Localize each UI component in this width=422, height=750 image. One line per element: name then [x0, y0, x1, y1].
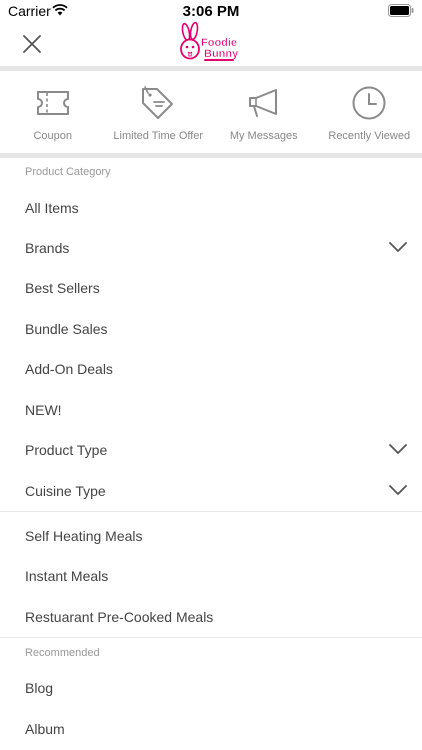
menu-item-blog[interactable]: Blog — [0, 668, 422, 708]
close-button[interactable] — [20, 32, 44, 56]
menu-item-label: Cuisine Type — [25, 483, 106, 499]
menu-item-label: Album — [25, 721, 65, 737]
menu-item-label: Best Sellers — [25, 280, 100, 296]
chevron-down-icon[interactable] — [389, 443, 407, 455]
chevron-down-icon[interactable] — [389, 241, 407, 253]
chevron-down-icon[interactable] — [389, 484, 407, 496]
menu-item-restaurant-pre-cooked-meals[interactable]: Restuarant Pre-Cooked Meals — [0, 597, 422, 637]
menu-item-add-on-deals[interactable]: Add-On Deals — [0, 349, 422, 389]
status-bar: Carrier 3:06 PM — [0, 0, 422, 22]
quick-link-my-messages[interactable]: My Messages — [211, 71, 317, 153]
quick-link-label: Recently Viewed — [328, 130, 411, 142]
coupon-icon — [34, 84, 72, 122]
menu-item-new[interactable]: NEW! — [0, 390, 422, 430]
menu-item-label: All Items — [25, 200, 79, 216]
quick-link-coupon[interactable]: Coupon — [0, 71, 106, 153]
menu-item-self-heating-meals[interactable]: Self Heating Meals — [0, 516, 422, 556]
battery-icon — [388, 4, 414, 17]
menu-item-label: NEW! — [25, 402, 62, 418]
foodie-bunny-logo[interactable]: Foodie Bunny — [178, 22, 246, 64]
nav-bar: Foodie Bunny — [0, 22, 422, 66]
menu-item-label: Brands — [25, 240, 70, 256]
menu-item-label: Restuarant Pre-Cooked Meals — [25, 609, 214, 625]
quick-link-label: My Messages — [229, 130, 298, 142]
quick-link-label: Coupon — [33, 130, 73, 142]
quick-link-label: Limited Time Offer — [113, 130, 204, 142]
clock-icon — [350, 84, 388, 122]
menu-item-label: Blog — [25, 680, 54, 696]
menu-item-all-items[interactable]: All Items — [0, 188, 422, 228]
menu-item-cuisine-type[interactable]: Cuisine Type — [0, 471, 422, 511]
clock-time: 3:06 PM — [182, 3, 240, 20]
section-divider — [0, 153, 422, 158]
menu-item-label: Bundle Sales — [25, 321, 108, 337]
menu-item-best-sellers[interactable]: Best Sellers — [0, 268, 422, 308]
menu-item-brands[interactable]: Brands — [0, 228, 422, 268]
menu-item-label: Product Type — [25, 442, 108, 458]
menu-item-product-type[interactable]: Product Type — [0, 430, 422, 470]
quick-link-limited-time-offer[interactable]: Limited Time Offer — [106, 71, 212, 153]
list-divider — [0, 511, 422, 512]
menu-item-label: Self Heating Meals — [25, 528, 143, 544]
quick-link-recently-viewed[interactable]: Recently Viewed — [317, 71, 422, 153]
menu-item-album[interactable]: Album — [0, 709, 422, 749]
svg-text:Bunny: Bunny — [204, 48, 239, 60]
list-divider — [0, 637, 422, 638]
price-tag-icon — [139, 84, 177, 122]
quick-links-row: Coupon Limited Time Offer My Messages Re… — [0, 71, 422, 153]
menu-item-label: Add-On Deals — [25, 361, 113, 377]
megaphone-icon — [245, 84, 283, 122]
section-heading-recommended: Recommended — [25, 647, 100, 659]
menu-item-label: Instant Meals — [25, 568, 109, 584]
menu-item-bundle-sales[interactable]: Bundle Sales — [0, 309, 422, 349]
section-heading-product-category: Product Category — [25, 166, 111, 178]
menu-item-instant-meals[interactable]: Instant Meals — [0, 556, 422, 596]
close-icon — [23, 35, 41, 53]
